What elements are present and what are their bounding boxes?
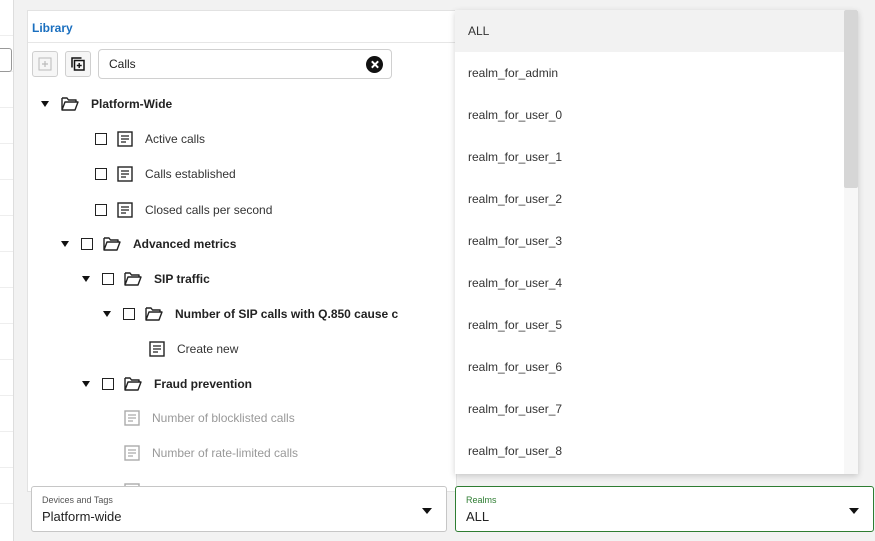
left-panel-edge [0,0,14,541]
caret-down-icon[interactable] [82,381,90,387]
tree-label: Closed calls per second [145,203,273,217]
checkbox[interactable] [95,168,107,180]
select-value: ALL [466,509,490,524]
tree-node-sip-calls-q850[interactable]: Number of SIP calls with Q.850 cause c [103,303,398,325]
plus-square-icon [38,57,52,71]
library-toolbar [32,47,392,81]
tree-node-calls-established[interactable]: Calls established [95,163,236,185]
caret-down-icon[interactable] [82,276,90,282]
realm-option[interactable]: realm_for_user_2 [455,178,858,220]
dropdown-arrow-icon[interactable] [849,508,859,514]
realms-dropdown-menu: ALL realm_for_admin realm_for_user_0 realm_… [455,10,858,474]
clear-search-icon[interactable] [366,56,383,73]
tree-node-fraud-prevention[interactable]: Fraud prevention [82,373,252,395]
realm-option[interactable]: realm_for_admin [455,52,858,94]
folder-icon [124,272,142,286]
document-icon [117,131,133,147]
document-icon [117,202,133,218]
select-value: Platform-wide [42,509,122,524]
folder-icon [124,377,142,391]
caret-down-icon[interactable] [103,311,111,317]
tree-node-create-new[interactable]: Create new [149,338,238,360]
tree-label: Calls established [145,167,236,181]
plus-stack-icon [71,57,85,71]
select-caption: Realms [466,495,497,505]
tree-label: SIP traffic [154,272,210,286]
left-panel-control[interactable] [0,48,12,72]
dropdown-arrow-icon[interactable] [422,508,432,514]
folder-icon [61,97,79,111]
tree-node-platform-wide[interactable]: Platform-Wide [41,93,172,115]
search-input[interactable] [99,50,391,78]
add-button[interactable] [32,51,58,77]
document-icon [124,410,140,426]
tree-label: Create new [177,342,239,356]
tree-node-active-calls[interactable]: Active calls [95,128,205,150]
checkbox[interactable] [81,238,93,250]
folder-icon [103,237,121,251]
devices-and-tags-select[interactable]: Devices and Tags Platform-wide [31,486,447,532]
document-icon [117,166,133,182]
realm-option[interactable]: realm_for_user_0 [455,94,858,136]
tree-node-rate-limited[interactable]: Number of rate-limited calls [124,442,298,464]
tree-label: Number of blocklisted calls [152,411,295,425]
tree-node-closed-calls[interactable]: Closed calls per second [95,199,272,221]
checkbox[interactable] [102,378,114,390]
realm-option[interactable]: realm_for_user_5 [455,304,858,346]
realm-option[interactable]: realm_for_user_6 [455,346,858,388]
tree-node-blocklisted[interactable]: Number of blocklisted calls [124,407,295,429]
checkbox[interactable] [102,273,114,285]
realm-option[interactable]: realm_for_user_8 [455,430,858,472]
tree-label: Number of rate-limited calls [152,446,299,460]
tree-label: Platform-Wide [91,97,173,111]
realms-select[interactable]: Realms ALL [455,486,874,532]
realm-option[interactable]: realm_for_user_4 [455,262,858,304]
scrollbar-thumb[interactable] [844,10,858,188]
caret-down-icon[interactable] [61,241,69,247]
tree-label: Fraud prevention [154,377,253,391]
realms-option-list: ALL realm_for_admin realm_for_user_0 realm_… [455,10,858,472]
select-caption: Devices and Tags [42,495,113,505]
realm-option[interactable]: realm_for_user_7 [455,388,858,430]
checkbox[interactable] [95,204,107,216]
folder-icon [145,307,163,321]
checkbox[interactable] [95,133,107,145]
tree-label: Active calls [145,132,206,146]
tree-label: Number of SIP calls with Q.850 cause c [175,307,399,321]
checkbox[interactable] [123,308,135,320]
library-header: Library [28,11,456,43]
add-group-button[interactable] [65,51,91,77]
library-panel: Library Platform-Wide [27,10,457,492]
document-icon [149,341,165,357]
library-title: Library [32,21,73,35]
tree-label: Advanced metrics [133,237,237,251]
realm-option[interactable]: realm_for_user_3 [455,220,858,262]
document-icon [124,445,140,461]
library-search [98,49,392,79]
realm-option[interactable]: ALL [455,10,858,52]
caret-down-icon[interactable] [41,101,49,107]
realm-option[interactable]: realm_for_user_1 [455,136,858,178]
tree-node-advanced-metrics[interactable]: Advanced metrics [61,233,236,255]
tree-node-sip-traffic[interactable]: SIP traffic [82,268,210,290]
